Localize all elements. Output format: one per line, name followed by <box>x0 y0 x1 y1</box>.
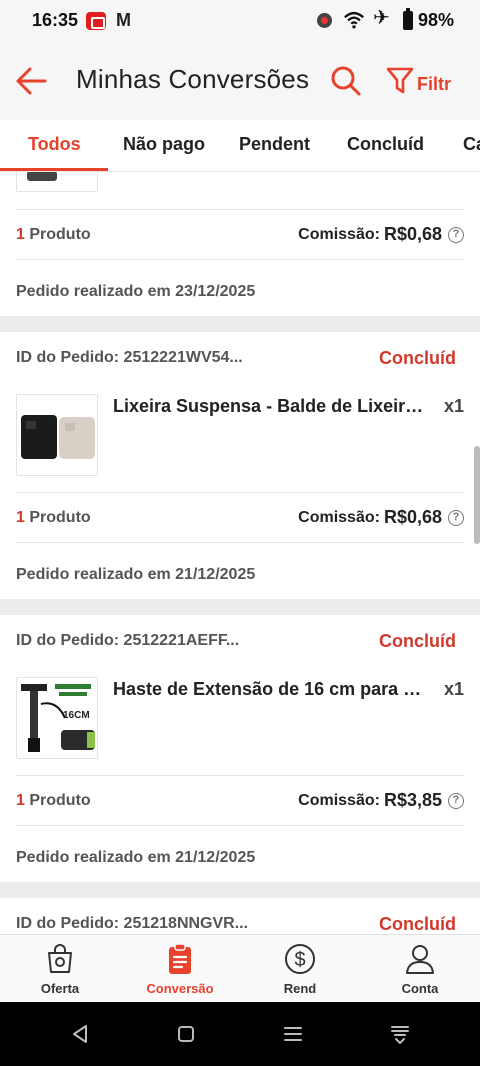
filter-label: Filtr <box>417 74 451 94</box>
recents-menu-icon[interactable] <box>279 1020 307 1048</box>
airplane-mode-icon: ✈ <box>373 7 390 29</box>
commission: Comissão: R$0,68 ? <box>298 224 464 245</box>
divider <box>16 492 464 493</box>
product-count: 1 Produto <box>16 509 91 526</box>
bottom-navigation: Oferta Conversão $ Rend Conta <box>0 934 480 1002</box>
youtube-notification-icon <box>86 12 106 30</box>
order-date: Pedido realizado em 23/12/2025 <box>16 283 256 300</box>
status-time: 16:35 <box>32 10 79 30</box>
page-title: Minhas Conversões <box>76 64 310 94</box>
back-arrow-icon[interactable] <box>14 64 50 98</box>
tab-concluido[interactable]: Concluíd <box>347 134 424 155</box>
system-navigation-bar <box>0 1002 480 1066</box>
battery-percent: 98% <box>418 10 455 30</box>
divider <box>16 542 464 543</box>
active-tab-indicator <box>0 168 108 171</box>
order-id: ID do Pedido: 2512221AEFF... <box>16 632 240 649</box>
tab-pendente[interactable]: Pendent <box>239 134 310 155</box>
divider <box>16 259 464 260</box>
extension-rod-image: 16CM <box>21 684 95 752</box>
nav-conta[interactable]: Conta <box>360 935 480 1003</box>
scrollbar[interactable] <box>474 446 480 544</box>
keyboard-hide-icon[interactable] <box>386 1020 414 1048</box>
divider <box>16 775 464 776</box>
tab-nao-pago[interactable]: Não pago <box>123 134 205 155</box>
order-id: ID do Pedido: 251218NNGVR... <box>16 915 249 932</box>
thumb-label: 16CM <box>63 710 90 721</box>
commission: Comissão: R$0,68 ? <box>298 507 464 528</box>
product-name: Haste de Extensão de 16 cm para M... <box>113 679 431 699</box>
commission-value: R$3,85 <box>383 790 442 810</box>
order-date: Pedido realizado em 21/12/2025 <box>16 566 256 583</box>
back-triangle-icon[interactable] <box>66 1020 94 1048</box>
divider <box>16 825 464 826</box>
conversions-list[interactable]: 1 Produto Comissão: R$0,68 ? Pedido real… <box>0 172 480 934</box>
order-status: Concluíd <box>379 914 456 934</box>
info-icon[interactable]: ? <box>448 226 464 243</box>
trash-bin-image <box>21 415 95 459</box>
commission-value: R$0,68 <box>383 507 442 527</box>
nav-oferta[interactable]: Oferta <box>0 935 120 1003</box>
battery-icon <box>403 8 413 30</box>
nav-conversao[interactable]: Conversão <box>120 935 240 1003</box>
order-status: Concluíd <box>379 348 456 368</box>
tab-todos[interactable]: Todos <box>28 134 81 155</box>
dollar-circle-icon: $ <box>285 944 315 974</box>
wifi-icon <box>344 11 364 29</box>
section-separator <box>0 316 480 332</box>
order-id: ID do Pedido: 2512221WV54... <box>16 349 243 366</box>
divider <box>16 209 464 210</box>
mail-notification-icon: M <box>116 10 131 30</box>
tab-cancelado[interactable]: Ca <box>463 134 480 155</box>
product-quantity: x1 <box>443 396 464 416</box>
product-quantity: x1 <box>443 679 464 699</box>
nav-rend[interactable]: $ Rend <box>240 935 360 1003</box>
section-separator <box>0 599 480 615</box>
home-square-icon[interactable] <box>172 1020 200 1048</box>
status-tabs: Todos Não pago Pendent Concluíd Ca <box>0 120 480 172</box>
funnel-icon <box>386 67 414 94</box>
search-icon[interactable] <box>330 64 362 98</box>
app-header: Minhas Conversões Filtr <box>0 42 480 120</box>
product-name: Lixeira Suspensa - Balde de Lixeiro ... <box>113 396 431 416</box>
clipboard-icon <box>169 943 191 974</box>
shopping-bag-icon <box>48 944 72 973</box>
order-date: Pedido realizado em 21/12/2025 <box>16 849 256 866</box>
commission: Comissão: R$3,85 ? <box>298 790 464 811</box>
user-icon <box>406 945 434 974</box>
product-thumbnail[interactable] <box>16 172 98 192</box>
product-count: 1 Produto <box>16 226 91 243</box>
info-icon[interactable]: ? <box>448 792 464 809</box>
filter-button[interactable]: Filtr <box>386 64 466 98</box>
product-thumbnail[interactable] <box>16 394 98 476</box>
status-bar: 16:35 M ✈ 98% <box>0 0 480 42</box>
info-icon[interactable]: ? <box>448 509 464 526</box>
commission-value: R$0,68 <box>383 224 442 244</box>
order-status: Concluíd <box>379 631 456 651</box>
svg-text:$: $ <box>294 949 305 971</box>
section-separator <box>0 882 480 898</box>
product-thumbnail[interactable]: 16CM <box>16 677 98 759</box>
recording-icon <box>317 13 332 28</box>
product-count: 1 Produto <box>16 792 91 809</box>
